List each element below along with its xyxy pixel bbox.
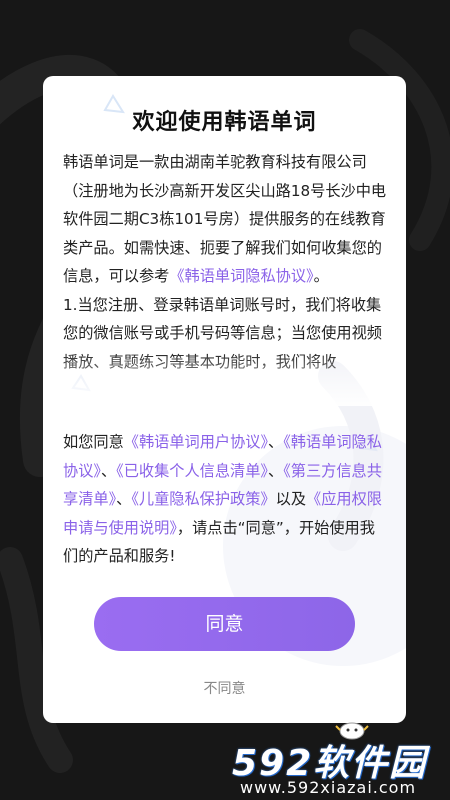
user-agreement-link[interactable]: 《韩语单词用户协议》 xyxy=(124,433,268,451)
consent-conjunction: 以及 xyxy=(275,490,306,508)
agree-button[interactable]: 同意 xyxy=(94,597,355,651)
watermark-url: www.592xiazai.com xyxy=(240,778,417,797)
consent-text: 如您同意《韩语单词用户协议》、《韩语单词隐私协议》、《已收集个人信息清单》、《第… xyxy=(63,428,389,571)
privacy-paragraph-1-end: 。 xyxy=(313,267,329,285)
consent-separator: 、 xyxy=(100,461,117,480)
consent-separator: 、 xyxy=(268,461,284,480)
privacy-dialog: 欢迎使用韩语单词 韩语单词是一款由湖南羊驼教育科技有限公司（注册地为长沙高新开发… xyxy=(43,76,406,723)
consent-separator: 、 xyxy=(268,433,284,451)
privacy-agreement-link-inline[interactable]: 《韩语单词隐私协议》 xyxy=(169,267,313,285)
privacy-paragraph-1-text: 韩语单词是一款由湖南羊驼教育科技有限公司（注册地为长沙高新开发区尖山路18号长沙… xyxy=(63,153,387,285)
consent-separator: 、 xyxy=(116,490,132,508)
disagree-button[interactable]: 不同意 xyxy=(43,678,406,698)
children-privacy-policy-link[interactable]: 《儿童隐私保护政策》 xyxy=(131,490,275,508)
site-watermark: 592软件园 www.592xiazai.com xyxy=(222,718,450,800)
collected-info-list-link[interactable]: 《已收集个人信息清单》 xyxy=(116,462,268,480)
privacy-paragraph-1: 韩语单词是一款由湖南羊驼教育科技有限公司（注册地为长沙高新开发区尖山路18号长沙… xyxy=(63,148,389,291)
privacy-summary-scroll[interactable]: 韩语单词是一款由湖南羊驼教育科技有限公司（注册地为长沙高新开发区尖山路18号长沙… xyxy=(63,148,389,406)
dialog-title: 欢迎使用韩语单词 xyxy=(132,110,317,135)
consent-prefix: 如您同意 xyxy=(63,433,124,451)
scroll-fade-overlay xyxy=(63,352,389,406)
